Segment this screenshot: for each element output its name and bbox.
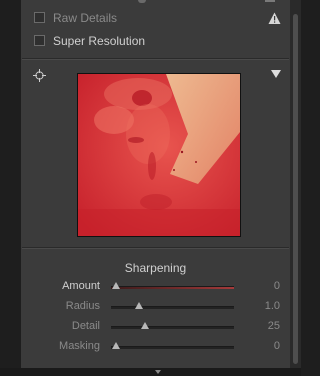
sharpening-title: Sharpening — [124, 261, 187, 275]
panel-scrollbar-thumb[interactable] — [293, 14, 298, 364]
target-icon[interactable] — [33, 69, 46, 82]
amount-value[interactable]: 0 — [242, 280, 280, 293]
detail-preview-image[interactable] — [77, 73, 241, 237]
detail-slider-thumb[interactable] — [141, 322, 149, 329]
triangle-down-icon[interactable] — [271, 70, 281, 78]
raw-details-checkbox[interactable] — [34, 12, 45, 23]
detail-label: Detail — [71, 320, 100, 332]
warning-icon[interactable] — [268, 12, 281, 25]
radius-slider-thumb[interactable] — [135, 302, 143, 309]
super-resolution-label: Super Resolution — [53, 34, 146, 48]
radius-slider-track[interactable] — [111, 306, 234, 309]
detail-slider-track[interactable] — [111, 326, 234, 329]
detail-value[interactable]: 25 — [242, 320, 280, 333]
section-divider-highlight — [22, 248, 289, 249]
super-resolution-checkbox[interactable] — [34, 35, 45, 46]
masking-slider-track[interactable] — [111, 346, 234, 349]
amount-slider-track[interactable] — [111, 286, 234, 289]
bottom-bar — [0, 368, 301, 376]
masking-value[interactable]: 0 — [242, 340, 280, 353]
raw-details-label: Raw Details — [53, 11, 118, 25]
expand-bottom-icon[interactable] — [155, 370, 161, 374]
masking-slider-thumb[interactable] — [112, 342, 120, 349]
section-divider-highlight — [22, 59, 289, 60]
amount-slider-thumb[interactable] — [112, 282, 120, 289]
radius-value[interactable]: 1.0 — [242, 300, 280, 313]
masking-label: Masking — [59, 340, 100, 352]
radius-label: Radius — [65, 300, 100, 312]
amount-label: Amount — [62, 280, 100, 292]
previous-slider-edge — [265, 0, 275, 2]
